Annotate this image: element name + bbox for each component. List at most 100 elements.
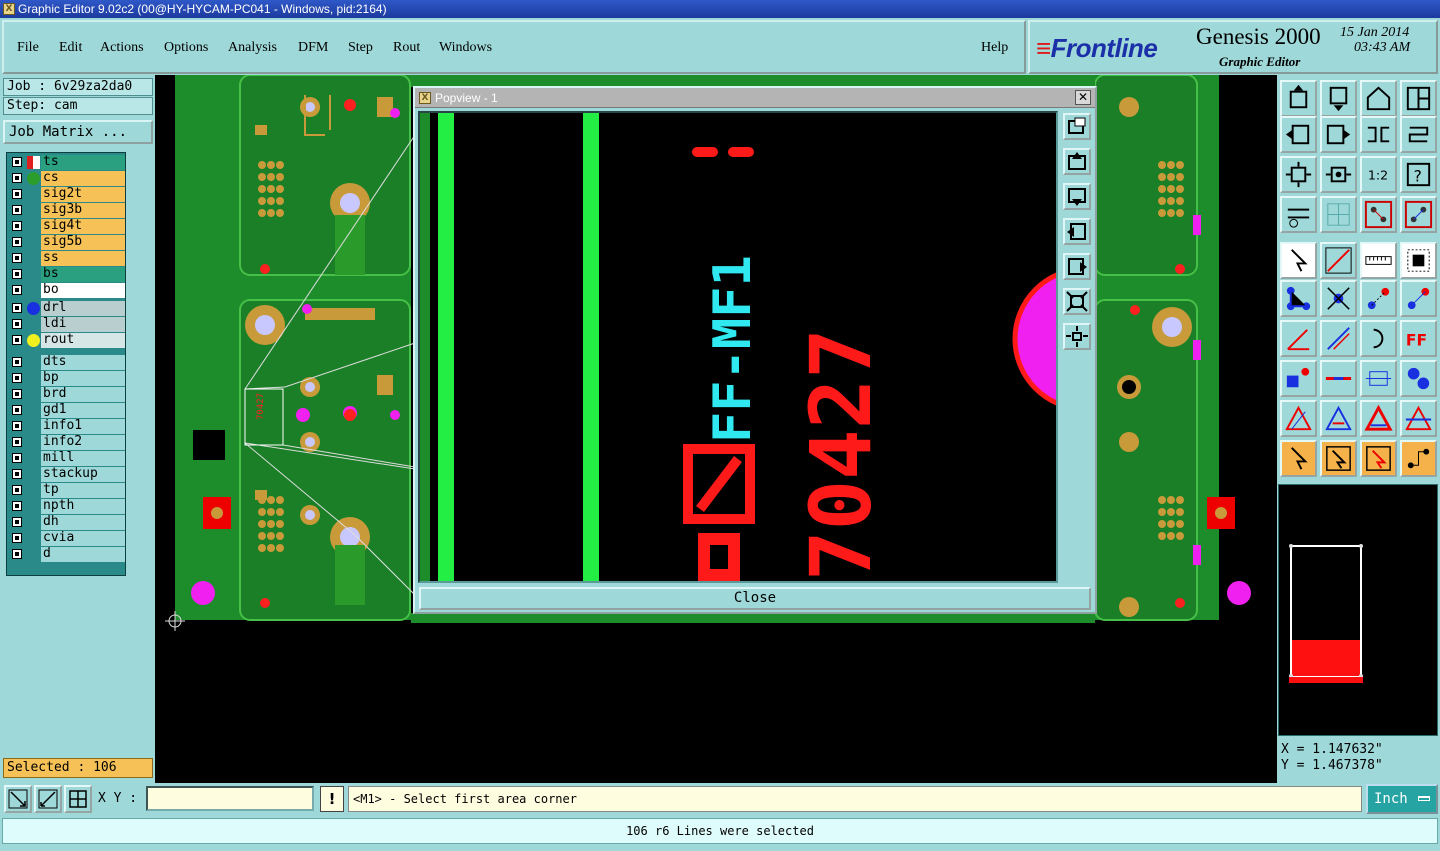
triangle-cut-button[interactable]: [1400, 400, 1437, 437]
pop-pan-up-button[interactable]: [1063, 148, 1091, 175]
pop-pan-down-button[interactable]: [1063, 183, 1091, 210]
layer-row-bp[interactable]: bp: [9, 371, 125, 386]
zoom-center-button[interactable]: [1320, 156, 1357, 193]
help-button[interactable]: ?: [1400, 156, 1437, 193]
menu-options[interactable]: Options: [164, 40, 208, 56]
flip-button[interactable]: [1360, 116, 1397, 153]
menu-dfm[interactable]: DFM: [298, 40, 328, 56]
pointer-select-button[interactable]: [1360, 440, 1397, 477]
layer-name[interactable]: cs: [41, 171, 125, 186]
line-button[interactable]: [1320, 320, 1357, 357]
layer-checkbox[interactable]: [12, 303, 22, 313]
grid-snap-button[interactable]: [64, 785, 92, 813]
layer-row-brd[interactable]: brd: [9, 387, 125, 402]
zoom-window-button[interactable]: [4, 785, 32, 813]
layer-row-bs[interactable]: bs: [9, 267, 125, 282]
layer-row-dts[interactable]: dts: [9, 355, 125, 370]
pan-left-button[interactable]: [1280, 116, 1317, 153]
layer-checkbox[interactable]: [12, 335, 22, 345]
layer-name[interactable]: bo: [41, 283, 125, 298]
mirror-button[interactable]: [1400, 116, 1437, 153]
layer-name[interactable]: mill: [41, 451, 125, 466]
area-select-button[interactable]: [1400, 242, 1437, 279]
layer-row-mill[interactable]: mill: [9, 451, 125, 466]
layer-row-info1[interactable]: info1: [9, 419, 125, 434]
layer-checkbox[interactable]: [12, 405, 22, 415]
layer-name[interactable]: bs: [41, 267, 125, 282]
menu-help[interactable]: Help: [981, 40, 1008, 56]
move-pad-button[interactable]: [1360, 280, 1397, 317]
layer-checkbox[interactable]: [12, 221, 22, 231]
menu-edit[interactable]: Edit: [59, 40, 82, 56]
job-matrix-button[interactable]: Job Matrix ...: [3, 120, 153, 144]
layer-name[interactable]: info1: [41, 419, 125, 434]
pencil-icon[interactable]: [27, 156, 40, 169]
layer-row-drl[interactable]: drl: [9, 301, 125, 316]
layer-checkbox[interactable]: [12, 237, 22, 247]
home-button[interactable]: [1360, 80, 1397, 117]
layer-name[interactable]: dts: [41, 355, 125, 370]
route-blue-button[interactable]: [1400, 196, 1437, 233]
scale-1-2-button[interactable]: 1:2: [1360, 156, 1397, 193]
split-view-button[interactable]: [1400, 80, 1437, 117]
triangle-red-button[interactable]: [1280, 400, 1317, 437]
pop-pan-right-button[interactable]: [1063, 253, 1091, 280]
popview-close-button[interactable]: Close: [419, 587, 1091, 610]
layer-row-sig5b[interactable]: sig5b: [9, 235, 125, 250]
layer-checkbox[interactable]: [12, 501, 22, 511]
layer-row-d[interactable]: d: [9, 547, 125, 562]
layer-row-rout[interactable]: rout: [9, 333, 125, 348]
layer-checkbox[interactable]: [12, 357, 22, 367]
layer-checkbox[interactable]: [12, 533, 22, 543]
pop-zoom-home-button[interactable]: [1063, 113, 1091, 140]
popview-title-bar[interactable]: X Popview - 1 ✕: [415, 88, 1095, 108]
menu-windows[interactable]: Windows: [439, 40, 492, 56]
layer-name[interactable]: npth: [41, 499, 125, 514]
layer-checkbox[interactable]: [12, 389, 22, 399]
ruler-button[interactable]: [1360, 242, 1397, 279]
exclamation-button[interactable]: !: [320, 786, 344, 812]
layer-row-cvia[interactable]: cvia: [9, 531, 125, 546]
net-pointer-button[interactable]: [1400, 440, 1437, 477]
layer-name[interactable]: gd1: [41, 403, 125, 418]
pad-group-button[interactable]: [1400, 360, 1437, 397]
delete-pad-button[interactable]: [1320, 280, 1357, 317]
layer-name[interactable]: dh: [41, 515, 125, 530]
layer-row-tp[interactable]: tp: [9, 483, 125, 498]
layer-checkbox[interactable]: [12, 253, 22, 263]
layer-name[interactable]: bp: [41, 371, 125, 386]
pad-line-button[interactable]: [1320, 360, 1357, 397]
layer-name[interactable]: cvia: [41, 531, 125, 546]
triangle-fill-button[interactable]: [1360, 400, 1397, 437]
zoom-fit-button[interactable]: [1280, 156, 1317, 193]
pad-add-button[interactable]: [1280, 360, 1317, 397]
layer-row-dh[interactable]: dh: [9, 515, 125, 530]
layer-name[interactable]: sig2t: [41, 187, 125, 202]
layer-name[interactable]: sig5b: [41, 235, 125, 250]
pointer-box-button[interactable]: [1320, 440, 1357, 477]
layer-checkbox[interactable]: [12, 319, 22, 329]
layer-name[interactable]: tp: [41, 483, 125, 498]
triangle-blue-button[interactable]: [1320, 400, 1357, 437]
layer-checkbox[interactable]: [12, 373, 22, 383]
menu-file[interactable]: File: [17, 40, 39, 56]
layer-checkbox[interactable]: [12, 437, 22, 447]
layer-row-npth[interactable]: npth: [9, 499, 125, 514]
layer-checkbox[interactable]: [12, 173, 22, 183]
popview-canvas[interactable]: FF-MF1 70427: [418, 111, 1058, 583]
layer-name[interactable]: info2: [41, 435, 125, 450]
layer-name[interactable]: ts: [41, 155, 125, 170]
units-menu-button[interactable]: Inch: [1366, 784, 1438, 814]
select-cursor-button[interactable]: [1280, 242, 1317, 279]
layer-color-dot[interactable]: [27, 302, 40, 315]
angle-button[interactable]: [1280, 320, 1317, 357]
copy-pad-button[interactable]: [1400, 280, 1437, 317]
layer-name[interactable]: sig3b: [41, 203, 125, 218]
pointer-button[interactable]: [1280, 440, 1317, 477]
popview-close-icon[interactable]: ✕: [1075, 90, 1091, 105]
route-red-button[interactable]: [1360, 196, 1397, 233]
layer-row-gd1[interactable]: gd1: [9, 403, 125, 418]
layer-checkbox[interactable]: [12, 453, 22, 463]
grid-button[interactable]: [1320, 196, 1357, 233]
menu-rout[interactable]: Rout: [393, 40, 420, 56]
